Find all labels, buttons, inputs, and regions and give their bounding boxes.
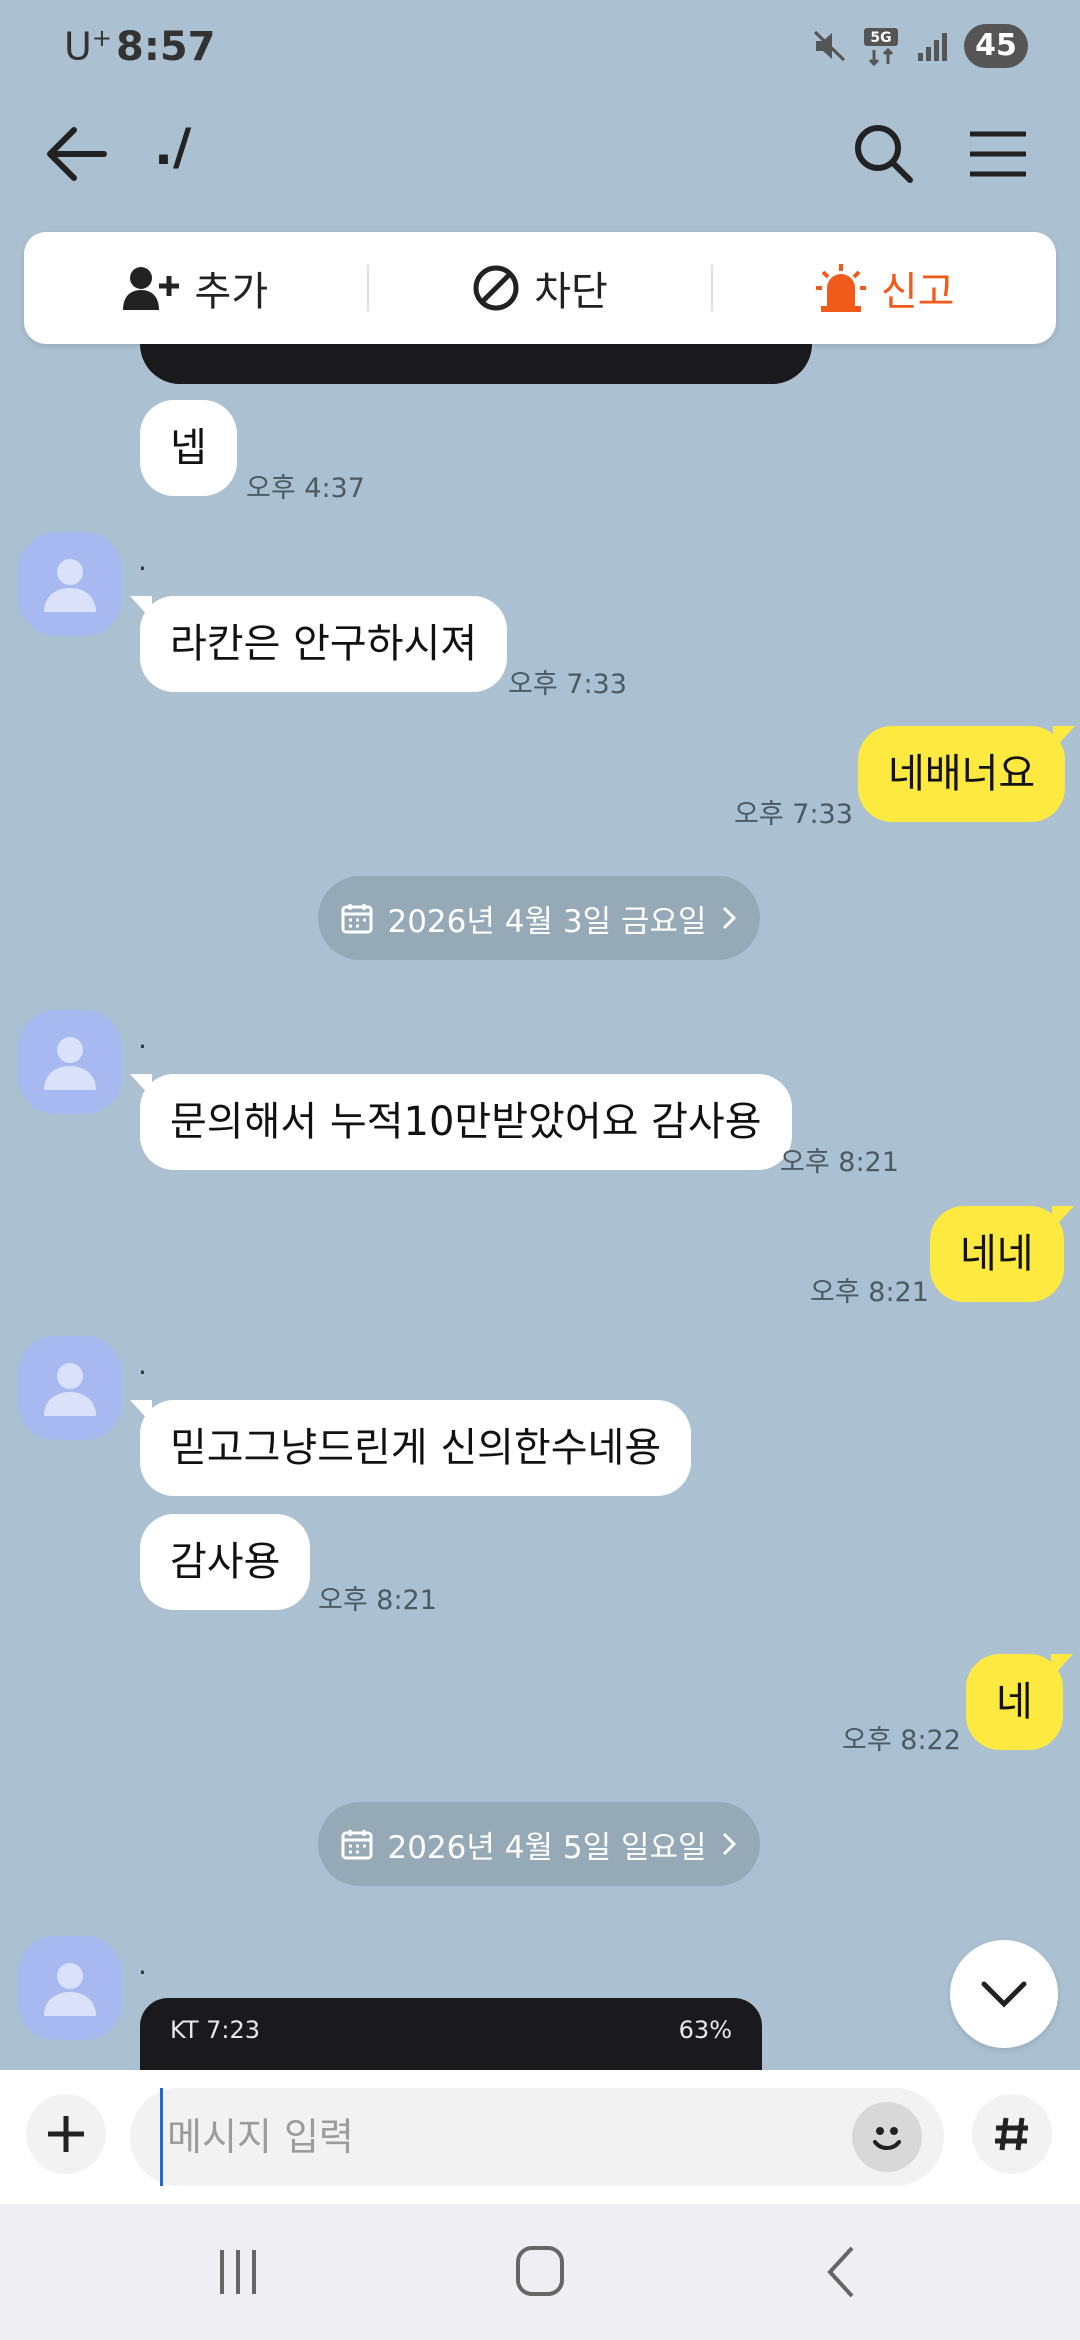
incoming-message[interactable]: 감사용 [140, 1514, 311, 1610]
back-icon [827, 2246, 854, 2298]
menu-icon [970, 131, 1026, 177]
svg-text:5G: 5G [870, 30, 891, 46]
message-text: 감사용 [170, 1539, 281, 1585]
date-label: 2026년 4월 3일 금요일 [387, 903, 707, 940]
image-message[interactable]: KT 7:23 63% [140, 1998, 762, 2070]
message-time: 오후 8:21 [810, 1277, 929, 1308]
menu-button[interactable] [966, 124, 1030, 184]
message-time: 오후 7:33 [734, 799, 853, 830]
chat-header: ./ [0, 96, 1080, 212]
home-button[interactable] [500, 2242, 580, 2302]
message-text: 라칸은 안구하시져 [170, 621, 478, 667]
chat-title: ./ [154, 118, 192, 176]
siren-icon [815, 264, 866, 312]
home-icon [516, 2246, 564, 2296]
scroll-to-bottom-button[interactable] [950, 1940, 1058, 2048]
nav-back-button[interactable] [802, 2242, 882, 2302]
message-input-bar [0, 2070, 1080, 2204]
recents-button[interactable] [198, 2242, 278, 2302]
back-arrow-icon [47, 127, 107, 181]
avatar[interactable] [18, 532, 122, 636]
avatar[interactable] [18, 1336, 122, 1440]
chevron-down-icon [981, 1981, 1027, 2008]
calendar-icon [341, 904, 373, 934]
battery-indicator: 45 [964, 24, 1028, 68]
stranger-action-card: 추가 차단 신고 [24, 232, 1056, 344]
sender-name: . [138, 544, 147, 577]
chat-message-list[interactable]: 넵 오후 4:37 . 라칸은 안구하시져 오후 7:33 네배너요 오후 7:… [0, 344, 1080, 2070]
carrier: U+ [64, 24, 112, 69]
message-text: 넵 [170, 425, 207, 471]
date-divider[interactable]: 2026년 4월 3일 금요일 [318, 876, 760, 960]
message-time: 오후 7:33 [508, 669, 627, 700]
status-icons: 5G 45 [812, 24, 1028, 68]
incoming-message[interactable]: 문의해서 누적10만받았어요 감사용 [130, 1074, 792, 1170]
message-time: 오후 8:21 [318, 1585, 437, 1616]
message-text: 네배너요 [888, 751, 1036, 797]
message-time: 오후 8:22 [842, 1725, 961, 1756]
status-bar: U+ 8:57 5G 45 [0, 0, 1080, 96]
search-icon [855, 125, 913, 183]
calendar-icon [341, 1830, 373, 1860]
message-text: 믿고그냥드린게 신의한수네용 [170, 1425, 662, 1471]
screenshot-battery: 63% [678, 2016, 732, 2044]
sender-name: . [138, 1022, 147, 1055]
avatar[interactable] [18, 1010, 122, 1114]
mute-icon [813, 30, 846, 62]
add-friend-button[interactable]: 추가 [24, 232, 367, 344]
outgoing-message[interactable]: 네 [966, 1654, 1073, 1750]
message-text: 네네 [960, 1231, 1034, 1277]
emoji-button[interactable] [852, 2102, 922, 2172]
outgoing-message[interactable]: 네네 [930, 1206, 1074, 1302]
chevron-right-icon [722, 1832, 736, 1856]
message-time: 오후 4:37 [246, 473, 365, 504]
message-time: 오후 8:21 [780, 1147, 899, 1178]
default-profile-icon [44, 559, 96, 612]
attach-button[interactable] [26, 2094, 106, 2174]
screenshot-status-bar: KT 7:23 63% [170, 2016, 732, 2044]
emoji-icon [873, 2127, 901, 2150]
block-button[interactable]: 차단 [369, 232, 712, 344]
hash-button[interactable] [972, 2094, 1052, 2174]
incoming-message[interactable]: 믿고그냥드린게 신의한수네용 [129, 1400, 692, 1496]
hash-icon [995, 2117, 1028, 2151]
recents-icon [220, 2250, 256, 2294]
previous-image-message[interactable] [140, 344, 812, 384]
signal-icon [918, 33, 947, 61]
chevron-right-icon [722, 906, 736, 930]
add-friend-label: 추가 [194, 269, 269, 315]
message-input[interactable] [160, 2088, 840, 2186]
message-field [130, 2088, 944, 2186]
report-label: 신고 [880, 269, 955, 315]
5g-icon: 5G [864, 28, 898, 66]
back-button[interactable] [44, 124, 108, 184]
outgoing-message[interactable]: 네배너요 [858, 726, 1076, 822]
date-divider[interactable]: 2026년 4월 5일 일요일 [318, 1802, 760, 1886]
default-profile-icon [44, 1363, 96, 1416]
message-text: 문의해서 누적10만받았어요 감사용 [170, 1099, 762, 1145]
sender-name: . [138, 1348, 147, 1381]
incoming-message[interactable]: 라칸은 안구하시져 [129, 596, 508, 692]
avatar[interactable] [18, 1936, 122, 2040]
date-label: 2026년 4월 5일 일요일 [387, 1829, 707, 1866]
default-profile-icon [44, 1037, 96, 1090]
report-button[interactable]: 신고 [713, 232, 1056, 344]
block-icon [473, 265, 519, 311]
add-friend-icon [122, 267, 179, 310]
default-profile-icon [44, 1963, 96, 2016]
search-button[interactable] [852, 122, 916, 186]
incoming-message[interactable]: 넵 [140, 400, 237, 496]
plus-icon [48, 2116, 84, 2152]
block-label: 차단 [534, 269, 608, 315]
screenshot-time: KT 7:23 [170, 2016, 261, 2044]
system-nav-bar [0, 2204, 1080, 2340]
message-text: 네 [996, 1679, 1033, 1725]
status-time: 8:57 [116, 24, 216, 70]
sender-name: . [138, 1948, 147, 1981]
